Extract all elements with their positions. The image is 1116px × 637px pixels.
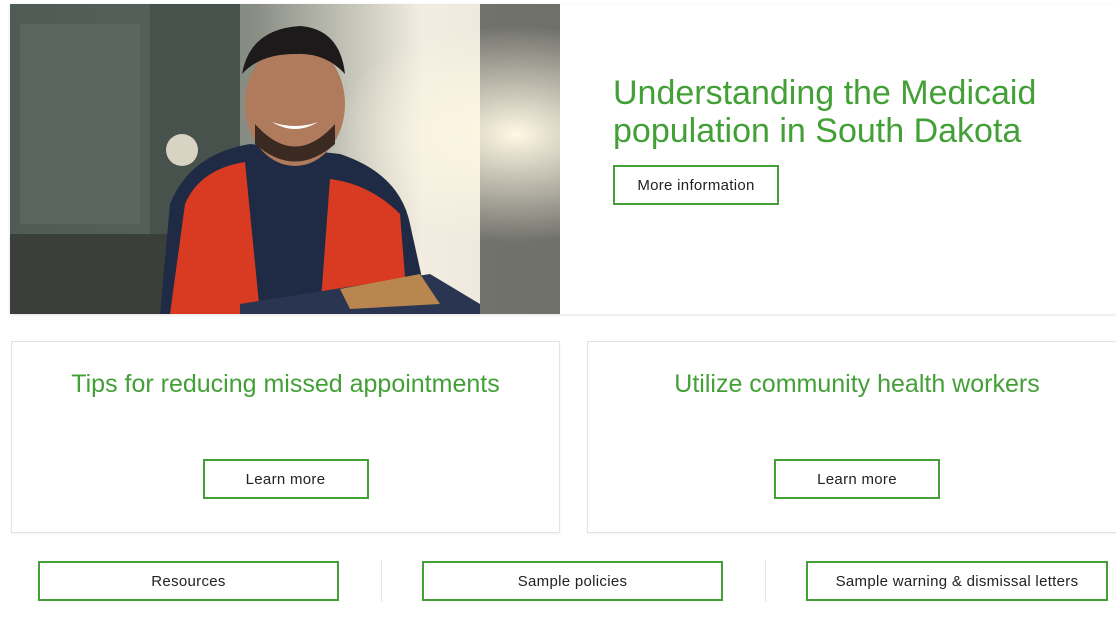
more-information-button[interactable]: More information (613, 165, 779, 205)
hero-title: Understanding the Medicaid population in… (613, 74, 1037, 150)
sample-policies-button[interactable]: Sample policies (422, 561, 723, 601)
divider (765, 560, 766, 602)
divider (381, 560, 382, 602)
card-title: Tips for reducing missed appointments (71, 370, 500, 398)
hero-banner: Understanding the Medicaid population in… (10, 4, 1116, 314)
learn-more-button[interactable]: Learn more (202, 459, 369, 499)
card-missed-appointments: Tips for reducing missed appointments Le… (11, 341, 560, 533)
card-title: Utilize community health workers (674, 370, 1040, 398)
card-community-health-workers: Utilize community health workers Learn m… (587, 341, 1116, 533)
hero-image (10, 4, 560, 314)
learn-more-button[interactable]: Learn more (774, 459, 940, 499)
resources-button[interactable]: Resources (38, 561, 339, 601)
sample-letters-button[interactable]: Sample warning & dismissal letters (806, 561, 1108, 601)
hero-content: Understanding the Medicaid population in… (613, 74, 1093, 205)
